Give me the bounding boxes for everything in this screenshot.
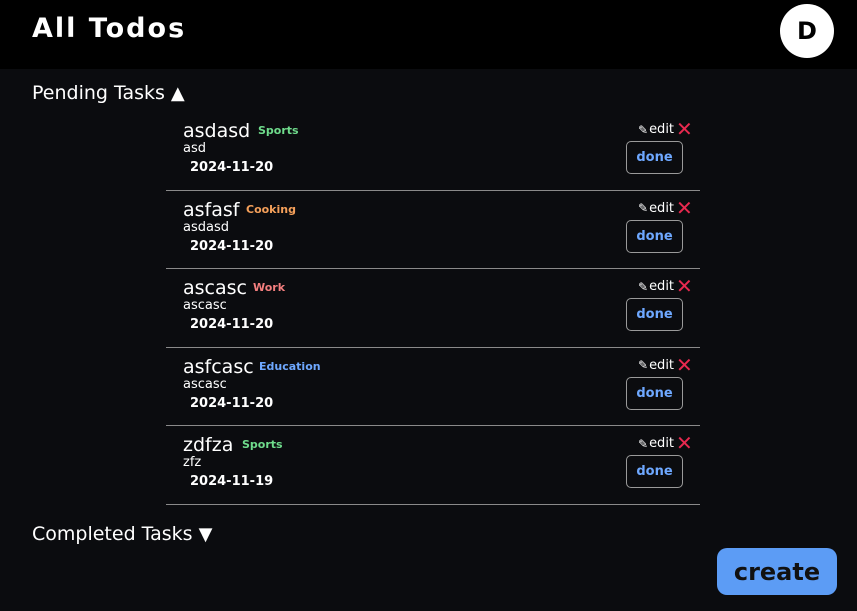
pencil-icon: ✎	[638, 201, 649, 215]
todo-title: asfasf	[183, 198, 240, 221]
edit-label: edit	[649, 200, 675, 216]
app-header: All Todos D	[0, 0, 857, 69]
delete-icon[interactable]: ✕	[676, 118, 693, 140]
triangle-up-icon: ▲	[170, 82, 185, 104]
category-badge: Work	[253, 281, 286, 294]
edit-button[interactable]: ✎ edit	[638, 201, 674, 216]
create-button[interactable]: create	[717, 548, 837, 595]
todo-description: ascasc	[183, 298, 227, 313]
delete-icon[interactable]: ✕	[676, 197, 693, 219]
category-badge: Sports	[258, 124, 299, 137]
delete-icon[interactable]: ✕	[676, 432, 693, 454]
todo-title: zdfza	[183, 434, 234, 456]
pencil-icon: ✎	[638, 436, 649, 451]
todo-item: asfasf Cooking asdasd 2024-11-20 ✎ edit …	[166, 191, 700, 269]
pencil-icon: ✎	[638, 122, 649, 137]
edit-button[interactable]: ✎ edit	[638, 122, 674, 137]
todo-description: asdasd	[183, 219, 229, 235]
todo-item: asdasd Sports asd 2024-11-20 ✎ edit ✕ do…	[166, 112, 700, 191]
todo-date: 2024-11-20	[190, 395, 274, 411]
todo-item: zdfza Sports zfz 2024-11-19 ✎ edit ✕ don…	[166, 426, 700, 505]
pending-todo-list: asdasd Sports asd 2024-11-20 ✎ edit ✕ do…	[166, 112, 700, 505]
pencil-icon: ✎	[638, 279, 649, 294]
done-button[interactable]: done	[626, 219, 683, 253]
done-button[interactable]: done	[626, 298, 683, 331]
avatar[interactable]: D	[780, 4, 834, 58]
done-button[interactable]: done	[626, 376, 683, 410]
completed-tasks-toggle[interactable]: Completed Tasks ▼	[32, 523, 212, 545]
todo-date: 2024-11-20	[190, 317, 274, 332]
todo-description: ascasc	[183, 376, 227, 392]
todo-title: asdasd	[183, 120, 251, 142]
todo-item: ascasc Work ascasc 2024-11-20 ✎ edit ✕ d…	[166, 269, 700, 348]
edit-label: edit	[649, 436, 675, 451]
pencil-icon: ✎	[638, 358, 649, 372]
pending-tasks-toggle[interactable]: Pending Tasks ▲	[32, 82, 185, 104]
category-badge: Sports	[242, 438, 283, 451]
todo-date: 2024-11-20	[190, 160, 274, 175]
edit-button[interactable]: ✎ edit	[638, 358, 674, 373]
edit-button[interactable]: ✎ edit	[638, 279, 674, 294]
edit-label: edit	[649, 122, 675, 137]
delete-icon[interactable]: ✕	[676, 275, 693, 297]
done-button[interactable]: done	[626, 455, 683, 488]
todo-title: asfcasc	[183, 355, 254, 378]
category-badge: Education	[259, 359, 321, 373]
delete-icon[interactable]: ✕	[676, 354, 693, 376]
triangle-down-icon: ▼	[198, 523, 213, 545]
category-badge: Cooking	[246, 202, 296, 216]
todo-date: 2024-11-20	[190, 238, 274, 254]
completed-tasks-label: Completed Tasks	[32, 523, 193, 545]
edit-label: edit	[649, 357, 675, 373]
done-button[interactable]: done	[626, 141, 683, 174]
todo-title: ascasc	[183, 277, 247, 299]
todo-description: asd	[183, 141, 206, 156]
page-title: All Todos	[32, 13, 187, 44]
todo-description: zfz	[183, 455, 202, 470]
edit-label: edit	[649, 279, 675, 294]
todo-item: asfcasc Education ascasc 2024-11-20 ✎ ed…	[166, 348, 700, 426]
pending-tasks-label: Pending Tasks	[32, 82, 165, 104]
todo-date: 2024-11-19	[190, 474, 274, 489]
edit-button[interactable]: ✎ edit	[638, 436, 674, 451]
